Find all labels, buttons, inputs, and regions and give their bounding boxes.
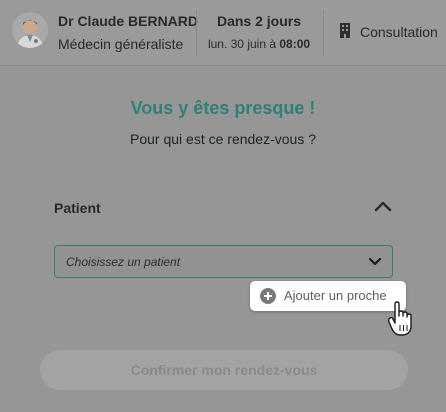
doctor-avatar bbox=[12, 12, 48, 48]
building-icon bbox=[340, 23, 350, 38]
plus-circle-icon bbox=[260, 288, 276, 304]
chevron-up-icon[interactable] bbox=[374, 199, 392, 213]
add-relative-button[interactable]: Ajouter un proche bbox=[250, 281, 406, 311]
patient-select-placeholder: Choisissez un patient bbox=[66, 255, 181, 269]
appointment-time: 08:00 bbox=[279, 37, 311, 51]
appointment-datetime: lun. 30 juin à 08:00 bbox=[196, 37, 322, 51]
doctor-specialty: Médecin généraliste bbox=[58, 36, 184, 52]
hand-pointer-icon bbox=[387, 301, 412, 336]
patient-select[interactable]: Choisissez un patient bbox=[54, 245, 393, 278]
appointment-motif: Consultation bbox=[360, 24, 438, 40]
appointment-date: lun. 30 juin à bbox=[207, 37, 280, 51]
appointment-relative-date: Dans 2 jours bbox=[216, 13, 302, 29]
header-divider bbox=[323, 10, 324, 56]
add-relative-label: Ajouter un proche bbox=[284, 288, 387, 303]
confirm-appointment-button[interactable]: Confirmer mon rendez-vous bbox=[40, 350, 408, 390]
chevron-down-icon bbox=[368, 257, 382, 266]
appointment-header: Dr Claude BERNARD Médecin généraliste Da… bbox=[0, 0, 446, 66]
patient-section-label: Patient bbox=[54, 200, 101, 216]
confirm-appointment-label: Confirmer mon rendez-vous bbox=[130, 362, 318, 378]
doctor-name: Dr Claude BERNARD bbox=[58, 13, 199, 29]
page-title: Vous y êtes presque ! bbox=[130, 98, 316, 118]
patient-question: Pour qui est ce rendez-vous ? bbox=[130, 131, 316, 147]
